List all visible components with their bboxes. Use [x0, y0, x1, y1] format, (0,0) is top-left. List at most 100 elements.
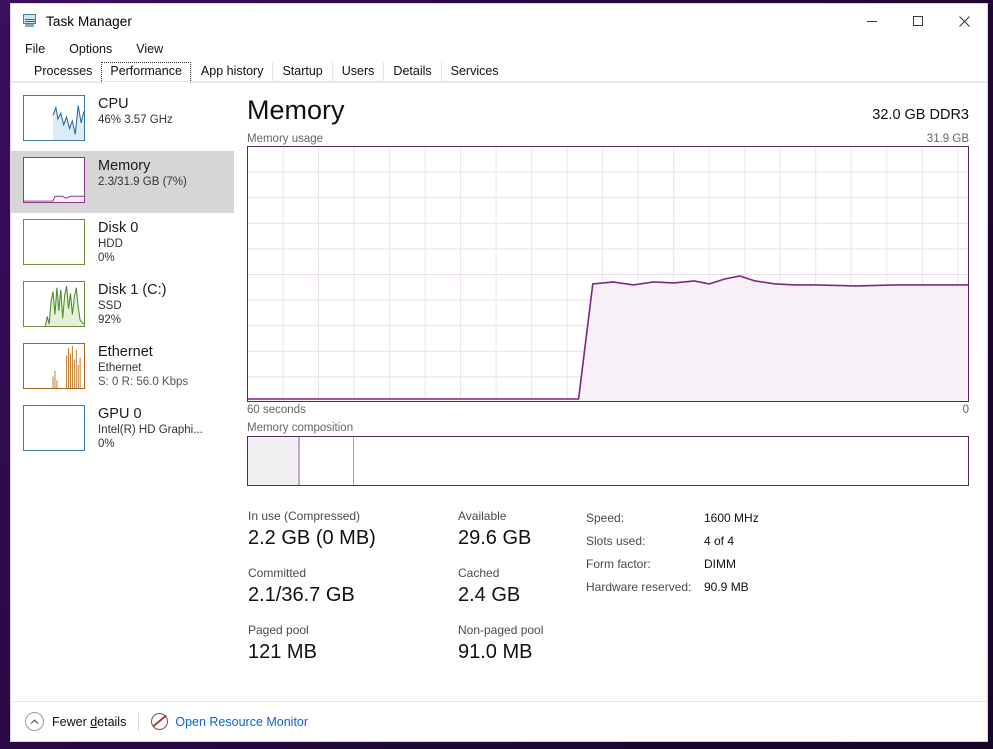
sidebar-item-ethernet[interactable]: Ethernet Ethernet S: 0 R: 56.0 Kbps — [11, 337, 235, 399]
sidebar-item-label: Disk 0 — [98, 220, 139, 236]
composition-segment-in-use — [248, 437, 300, 485]
sidebar-disk1-text: Disk 1 (C:) SSD 92% — [98, 281, 166, 327]
stat-label: Cached — [458, 566, 500, 580]
stat-committed: Committed 2.1/36.7 GB — [248, 565, 458, 608]
open-resource-monitor-link[interactable]: Open Resource Monitor — [151, 713, 308, 730]
composition-segment-free — [354, 437, 968, 485]
sidebar-item-gpu-0[interactable]: GPU 0 Intel(R) HD Graphi... 0% — [11, 399, 235, 461]
tab-services[interactable]: Services — [440, 62, 508, 82]
spec-value-hardware-reserved: 90.9 MB — [704, 580, 749, 594]
graph-label: Memory usage — [247, 133, 324, 145]
sidebar-item-label: Ethernet — [98, 344, 153, 360]
resource-monitor-icon — [151, 713, 169, 730]
tab-details[interactable]: Details — [383, 62, 440, 82]
composition-segment-standby — [299, 437, 354, 485]
cpu-thumbnail-graph — [23, 95, 85, 141]
disk1-thumbnail-graph — [23, 281, 85, 327]
sidebar-cpu-text: CPU 46% 3.57 GHz — [98, 95, 173, 127]
sidebar-item-detail-2: 0% — [98, 438, 115, 450]
sidebar-item-memory[interactable]: Memory 2.3/31.9 GB (7%) — [11, 151, 235, 213]
stat-non-paged-pool: Non-paged pool 91.0 MB — [458, 622, 578, 665]
spec-label-speed: Speed: — [586, 511, 625, 525]
composition-label: Memory composition — [247, 422, 354, 434]
spec-label-slots-used: Slots used: — [586, 534, 646, 548]
sidebar-item-detail-1: 2.3/31.9 GB (7%) — [98, 176, 187, 188]
memory-detail-panel: Memory 32.0 GB DDR3 Memory usage 31.9 GB… — [235, 83, 987, 701]
menu-item-view[interactable]: View — [136, 42, 163, 56]
graph-bottom-axis: 60 seconds 0 — [247, 404, 987, 416]
sidebar-item-label: CPU — [98, 96, 129, 112]
graph-plot — [248, 275, 968, 401]
sidebar-item-disk-1[interactable]: Disk 1 (C:) SSD 92% — [11, 275, 235, 337]
ethernet-thumbnail-graph — [23, 343, 85, 389]
stats-column-middle: Available 29.6 GB Cached 2.4 GB Non-page… — [458, 508, 578, 679]
stat-value: 2.4 GB — [458, 584, 521, 606]
minimize-icon[interactable] — [849, 4, 895, 38]
memory-thumbnail-graph — [23, 157, 85, 203]
task-manager-icon — [21, 13, 38, 29]
stat-label: Non-paged pool — [458, 623, 544, 637]
stat-cached: Cached 2.4 GB — [458, 565, 578, 608]
stat-label: Paged pool — [248, 623, 309, 637]
sidebar-item-detail-1: Intel(R) HD Graphi... — [98, 424, 203, 436]
sidebar-item-cpu[interactable]: CPU 46% 3.57 GHz — [11, 89, 235, 151]
memory-usage-graph — [247, 146, 969, 402]
stat-label: Available — [458, 509, 507, 523]
stat-label: Committed — [248, 566, 307, 580]
sidebar-memory-text: Memory 2.3/31.9 GB (7%) — [98, 157, 187, 189]
sidebar-item-detail-1: HDD — [98, 238, 123, 250]
task-manager-window: Task Manager File Options View Processes… — [10, 3, 988, 742]
spec-value-form-factor: DIMM — [704, 557, 736, 571]
close-icon[interactable] — [941, 4, 987, 38]
graph-x-left-label: 60 seconds — [247, 404, 306, 416]
menu-item-options[interactable]: Options — [69, 42, 112, 56]
spec-value-speed: 1600 MHz — [704, 511, 759, 525]
memory-total-spec: 32.0 GB DDR3 — [872, 107, 969, 123]
menu-bar: File Options View — [11, 38, 987, 60]
tab-bar: Processes Performance App history Startu… — [11, 60, 987, 83]
stat-value: 2.2 GB (0 MB) — [248, 527, 376, 549]
sidebar-item-detail-1: SSD — [98, 300, 122, 312]
sidebar-item-detail-1: 46% 3.57 GHz — [98, 114, 173, 126]
tab-processes[interactable]: Processes — [25, 62, 101, 82]
sidebar-gpu0-text: GPU 0 Intel(R) HD Graphi... 0% — [98, 405, 203, 451]
tab-performance[interactable]: Performance — [101, 62, 191, 83]
sidebar-ethernet-text: Ethernet Ethernet S: 0 R: 56.0 Kbps — [98, 343, 188, 389]
sidebar-item-detail-1: Ethernet — [98, 362, 142, 374]
sidebar-item-label: Disk 1 (C:) — [98, 282, 167, 298]
spec-label-form-factor: Form factor: — [586, 557, 651, 571]
stat-value: 91.0 MB — [458, 641, 533, 663]
stat-in-use: In use (Compressed) 2.2 GB (0 MB) — [248, 508, 458, 551]
tab-startup[interactable]: Startup — [272, 62, 331, 82]
page-title: Memory — [247, 95, 345, 125]
title-bar-left: Task Manager — [11, 13, 132, 29]
title-bar: Task Manager — [11, 4, 987, 38]
footer-separator — [138, 712, 140, 731]
sidebar-item-detail-2: 92% — [98, 314, 122, 326]
gpu0-thumbnail-graph — [23, 405, 85, 451]
stat-paged-pool: Paged pool 121 MB — [248, 622, 458, 665]
window-controls — [849, 4, 987, 38]
stats-column-right: Speed: 1600 MHz Slots used: 4 of 4 Form … — [586, 508, 759, 679]
sidebar-disk0-text: Disk 0 HDD 0% — [98, 219, 138, 265]
stat-value: 29.6 GB — [458, 527, 532, 549]
window-title: Task Manager — [46, 13, 132, 29]
menu-item-file[interactable]: File — [25, 42, 45, 56]
fewer-details-label: Fewer details — [52, 714, 127, 729]
memory-composition-bar[interactable] — [247, 436, 969, 486]
content-area: CPU 46% 3.57 GHz Memory 2.3/31.9 GB (7%) — [11, 82, 987, 701]
sidebar-item-disk-0[interactable]: Disk 0 HDD 0% — [11, 213, 235, 275]
disk0-thumbnail-graph — [23, 219, 85, 265]
sidebar-item-label: GPU 0 — [98, 406, 142, 422]
memory-statistics: In use (Compressed) 2.2 GB (0 MB) Commit… — [247, 508, 987, 679]
tab-app-history[interactable]: App history — [190, 62, 273, 82]
stat-value: 2.1/36.7 GB — [248, 584, 355, 606]
spec-label-hardware-reserved: Hardware reserved: — [586, 580, 692, 594]
stat-value: 121 MB — [248, 641, 317, 663]
sidebar-item-label: Memory — [98, 158, 151, 174]
sidebar-item-detail-2: S: 0 R: 56.0 Kbps — [98, 376, 189, 388]
maximize-icon[interactable] — [895, 4, 941, 38]
footer-bar: Fewer details Open Resource Monitor — [11, 701, 987, 741]
fewer-details-button[interactable]: Fewer details — [25, 712, 126, 731]
tab-users[interactable]: Users — [331, 62, 384, 82]
